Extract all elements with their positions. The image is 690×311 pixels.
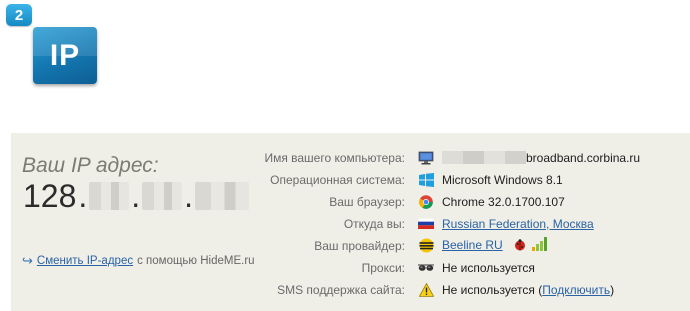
sunglasses-icon: [418, 261, 434, 275]
change-arrow-icon: ↪: [22, 253, 33, 268]
info-value: Microsoft Windows 8.1: [442, 172, 563, 187]
info-row-browser: Ваш браузер: Chrome 32.0.1700.107: [230, 191, 670, 212]
ip-blurred-octet: [89, 182, 130, 210]
info-row-proxy: Прокси: Не используется: [230, 257, 670, 278]
info-row-os: Операционная система: Microsoft Windows …: [230, 169, 670, 190]
sms-status-close: ): [610, 282, 615, 297]
ip-address-label: Ваш IP адрес:: [22, 154, 159, 177]
signal-bars-icon: [532, 237, 548, 254]
info-value: Russian Federation, Москва: [442, 217, 594, 231]
windows-icon: [418, 172, 434, 187]
info-label: Прокси:: [361, 260, 405, 275]
ip-dot: .: [184, 177, 194, 214]
provider-link[interactable]: Beeline RU: [442, 238, 503, 252]
chrome-icon: [418, 194, 434, 209]
info-row-location: Откуда вы: Russian Federation, Москва: [230, 213, 670, 234]
ip-first-octet: 128: [23, 177, 77, 214]
location-link[interactable]: Russian Federation, Москва: [442, 217, 594, 231]
info-label: Имя вашего компьютера:: [264, 150, 405, 165]
change-ip-line: ↪ Сменить IP-адрес с помощью HideME.ru: [22, 253, 255, 269]
info-value: Beeline RU: [442, 237, 548, 254]
info-label: SMS поддержка сайта:: [277, 282, 405, 297]
info-label: Операционная система:: [270, 172, 405, 187]
sms-status-text: Не используется (: [442, 282, 543, 297]
info-row-provider: Ваш провайдер: Beeline RU: [230, 235, 670, 256]
ip-dot: .: [78, 177, 88, 214]
info-row-computer-name: Имя вашего компьютера: broadband.corbina…: [230, 147, 670, 168]
hostname-blurred: [442, 150, 526, 164]
change-ip-link[interactable]: Сменить IP-адрес: [37, 255, 133, 267]
info-value: broadband.corbina.ru: [442, 150, 641, 165]
info-value: Не используется: [442, 260, 535, 275]
russia-flag-icon: [418, 217, 434, 231]
ip-logo-text: IP: [49, 38, 81, 72]
beeline-icon: [418, 238, 434, 253]
connect-sms-link[interactable]: Подключить: [542, 283, 610, 297]
info-value: Chrome 32.0.1700.107: [442, 194, 565, 209]
info-label: Ваш браузер:: [329, 194, 405, 209]
ip-dot: .: [131, 177, 141, 214]
ip-blurred-octet: [142, 182, 183, 210]
ip-logo: IP: [33, 27, 97, 84]
hostname-text: broadband.corbina.ru: [526, 150, 641, 165]
ladybug-icon: [514, 239, 526, 254]
info-label: Ваш провайдер:: [314, 238, 405, 253]
info-label: Откуда вы:: [343, 216, 405, 231]
ip-address-value: 128 . . .: [23, 177, 250, 214]
info-row-sms-support: SMS поддержка сайта: Не используется (По…: [230, 279, 670, 300]
computer-icon: [418, 151, 434, 165]
step-number-badge: 2: [6, 4, 32, 26]
warning-icon: [418, 282, 434, 297]
info-value: Не используется (Подключить): [442, 283, 614, 297]
